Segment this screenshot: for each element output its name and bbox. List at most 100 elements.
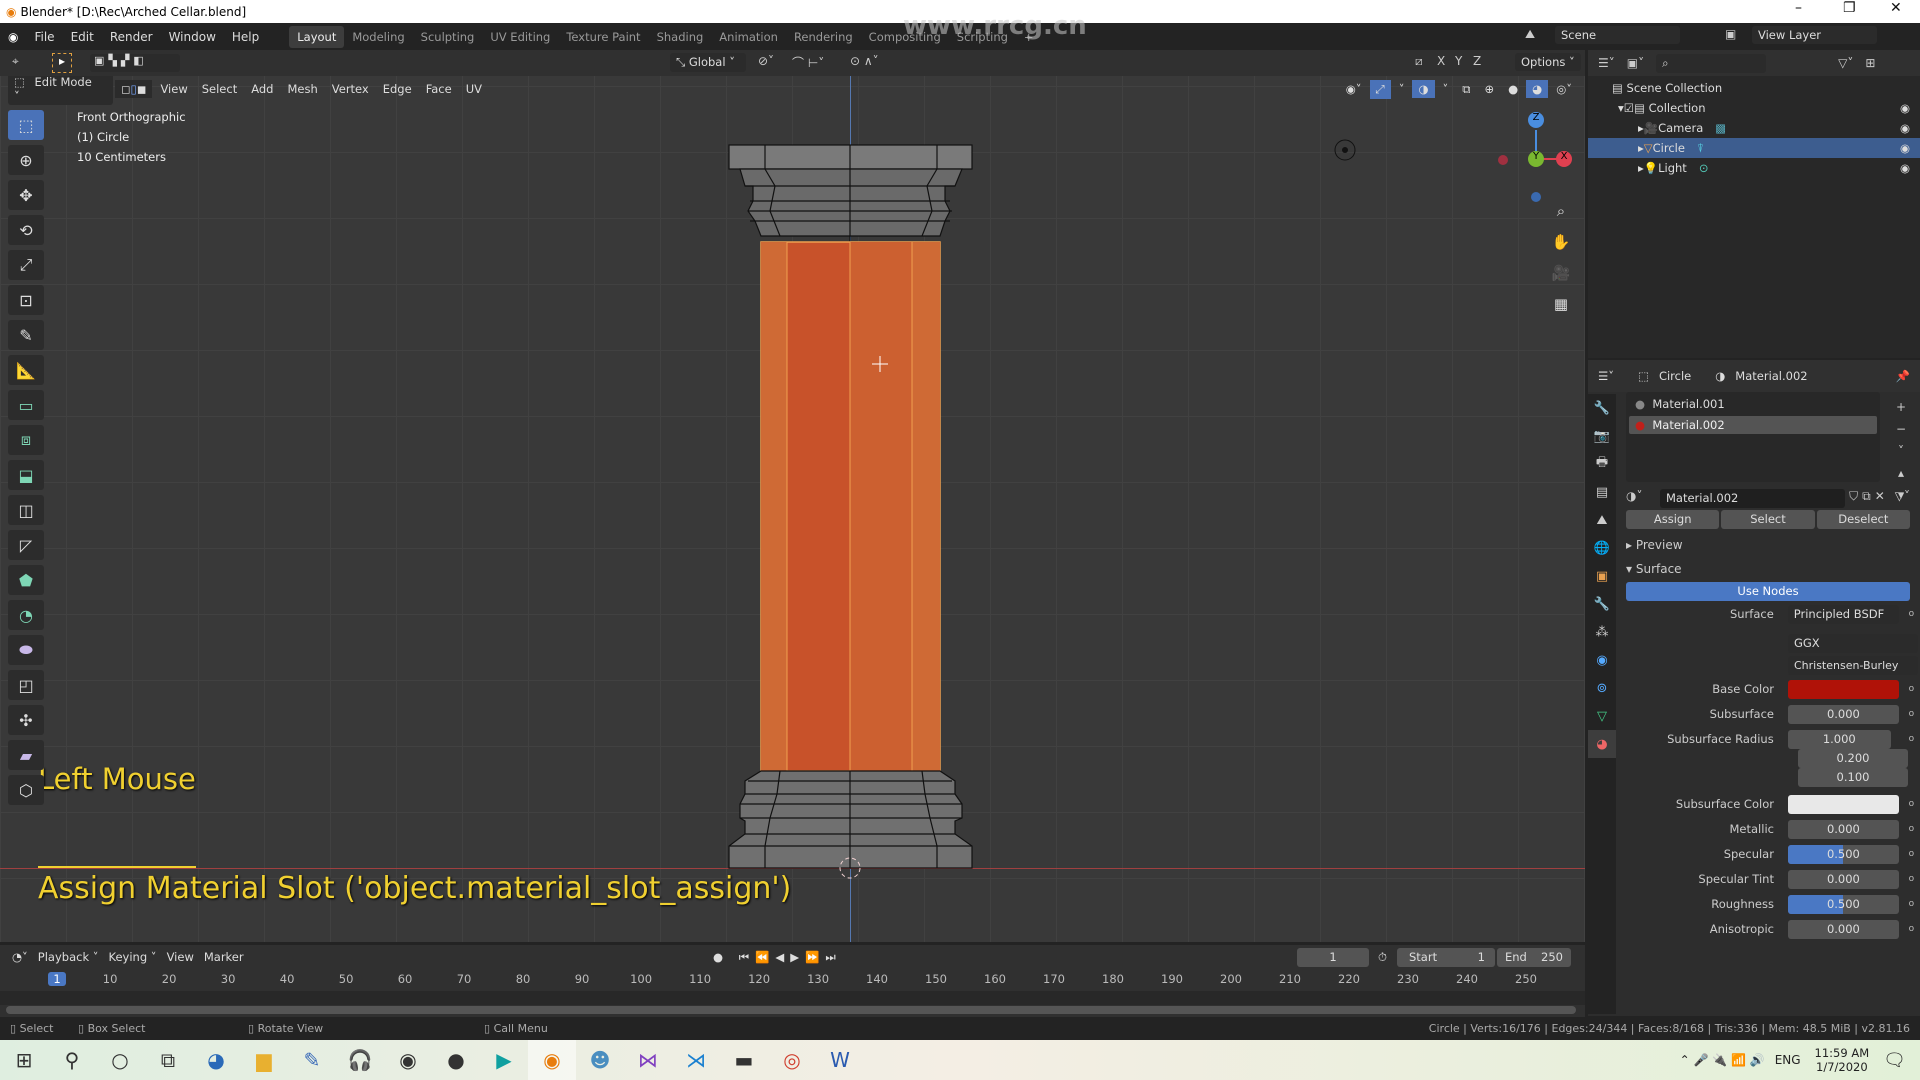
physics-tab-icon[interactable]: ◉ <box>1588 646 1616 674</box>
select-button[interactable]: Select <box>1721 510 1815 529</box>
scale-tool-icon[interactable]: ⤢ <box>8 250 44 280</box>
clock[interactable]: 11:59 AM 1/7/2020 <box>1815 1046 1870 1074</box>
timeline[interactable]: ◔˅ Playback ˅ Keying ˅ View Marker ● ⏮⏪◀… <box>0 945 1585 1017</box>
transform-orientation-dropdown[interactable]: ⤡ Global ˅ <box>670 53 746 72</box>
outliner-row-collection[interactable]: ▾ ☑ ▤ Collection ◉ <box>1588 98 1920 118</box>
menu-render[interactable]: Render <box>102 30 161 44</box>
tab-texture-paint[interactable]: Texture Paint <box>558 26 648 48</box>
current-frame-field[interactable]: 1 <box>1297 948 1369 967</box>
start-button-icon[interactable]: ⊞ <box>0 1040 48 1080</box>
anisotropic-slider[interactable]: 0.000 <box>1787 919 1899 939</box>
constraints-tab-icon[interactable]: ⊚ <box>1588 674 1616 702</box>
cursor-tool-icon[interactable]: ⊕ <box>8 145 44 175</box>
properties-editor-type-icon[interactable]: ☰˅ <box>1598 369 1614 383</box>
file-explorer-icon[interactable]: ▆ <box>240 1040 288 1080</box>
add-slot-button[interactable]: + <box>1891 396 1911 418</box>
socket-icon[interactable]: o <box>1905 609 1918 619</box>
specular-tint-slider[interactable]: 0.000 <box>1787 869 1899 889</box>
menu-window[interactable]: Window <box>161 30 224 44</box>
light-data-icon[interactable]: ⊙ <box>1699 161 1709 175</box>
remove-slot-button[interactable]: − <box>1891 418 1911 440</box>
material-slot-item[interactable]: ● Material.001 <box>1629 395 1877 413</box>
tab-modeling[interactable]: Modeling <box>344 26 412 48</box>
socket-icon[interactable]: o <box>1905 734 1918 744</box>
options-dropdown[interactable]: Options ˅ <box>1515 53 1581 71</box>
outliner-row-light[interactable]: ▸ 💡 Light ⊙ ◉ <box>1588 158 1920 178</box>
tab-sculpting[interactable]: Sculpting <box>413 26 483 48</box>
pan-hand-icon[interactable]: ✋ <box>1548 227 1574 258</box>
measure-tool-icon[interactable]: 📐 <box>8 355 44 385</box>
task-view-icon[interactable]: ⧉ <box>144 1040 192 1080</box>
output-tab-icon[interactable]: 🖶 <box>1588 450 1616 478</box>
visibility-eye-icon[interactable]: ◉ <box>1900 141 1910 155</box>
tab-layout[interactable]: Layout <box>289 25 345 48</box>
unlink-material-icon[interactable]: ✕ <box>1875 489 1885 508</box>
obs-icon[interactable]: ● <box>432 1040 480 1080</box>
cortana-icon[interactable]: ○ <box>96 1040 144 1080</box>
select-tool-icon[interactable]: ▸ <box>52 53 72 73</box>
tray-icons[interactable]: ⌃ 🎤 🔌 📶 🔊 <box>1680 1053 1765 1067</box>
particles-tab-icon[interactable]: ⁂ <box>1588 618 1616 646</box>
rotate-tool-icon[interactable]: ⟲ <box>8 215 44 245</box>
thunderbird-icon[interactable]: ◕ <box>192 1040 240 1080</box>
audacity-icon[interactable]: 🎧 <box>336 1040 384 1080</box>
material-name-field[interactable]: Material.002 <box>1660 489 1846 508</box>
checkbox-icon[interactable]: ☑ <box>1624 101 1634 115</box>
gizmo-x-axis[interactable]: X <box>1556 151 1572 167</box>
inset-tool-icon[interactable]: ⧈ <box>8 425 44 455</box>
edge-slide-tool-icon[interactable]: ◰ <box>8 670 44 700</box>
terminal-icon[interactable]: ▬ <box>720 1040 768 1080</box>
timeline-editor-type-icon[interactable]: ◔˅ <box>12 950 28 964</box>
subsurface-method-dropdown[interactable]: Christensen-Burley <box>1787 655 1918 675</box>
surface-panel-header[interactable]: ▾ Surface <box>1626 562 1682 576</box>
object-tab-icon[interactable]: ▣ <box>1588 562 1616 590</box>
spin-tool-icon[interactable]: ◔ <box>8 600 44 630</box>
timeline-scrollbar[interactable] <box>6 1006 1576 1014</box>
mirror-z-toggle[interactable]: Z <box>1473 54 1481 68</box>
socket-icon[interactable]: o <box>1905 899 1918 909</box>
menu-marker[interactable]: Marker <box>204 950 244 964</box>
outliner-row-camera[interactable]: ▸ 🎥 Camera ▩ ◉ <box>1588 118 1920 138</box>
scene-tab-icon[interactable]: ⛰ <box>1588 506 1616 534</box>
blender-menu-icon[interactable]: ◉ <box>0 30 26 44</box>
menu-view[interactable]: View <box>167 950 194 964</box>
node-link-icon[interactable]: ▽˅ <box>1895 489 1910 508</box>
material-tab-icon[interactable]: ◕ <box>1588 730 1616 758</box>
use-nodes-button[interactable]: Use Nodes <box>1626 582 1910 601</box>
godot-icon[interactable]: ☻ <box>576 1040 624 1080</box>
ortho-grid-icon[interactable]: ▦ <box>1548 289 1574 320</box>
menu-edit[interactable]: Edit <box>63 30 102 44</box>
mirror-x-toggle[interactable]: X <box>1437 54 1445 68</box>
word-icon[interactable]: W <box>816 1040 864 1080</box>
roughness-slider[interactable]: 0.500 <box>1787 894 1899 914</box>
outliner-display-mode-icon[interactable]: ☰˅ <box>1598 56 1615 70</box>
modifier-tab-icon[interactable]: 🔧 <box>1588 590 1616 618</box>
menu-help[interactable]: Help <box>224 30 267 44</box>
proportional-edit-icon[interactable]: ⊙ ∧˅ <box>850 54 879 68</box>
socket-icon[interactable]: o <box>1905 824 1918 834</box>
filmora-icon[interactable]: ▶ <box>480 1040 528 1080</box>
selection-mode-buttons[interactable]: ▣▚▞◧ <box>90 54 180 72</box>
metallic-slider[interactable]: 0.000 <box>1787 819 1899 839</box>
select-box-tool-icon[interactable]: ⬚ <box>8 110 44 140</box>
socket-icon[interactable]: o <box>1905 709 1918 719</box>
mesh-data-tab-icon[interactable]: ▽ <box>1588 702 1616 730</box>
shear-tool-icon[interactable]: ▰ <box>8 740 44 770</box>
socket-icon[interactable]: o <box>1905 849 1918 859</box>
preview-panel-header[interactable]: ▸ Preview <box>1626 538 1683 552</box>
outliner-filter-view-icon[interactable]: ▣˅ <box>1627 56 1644 70</box>
3d-viewport[interactable]: ⬚ Edit Mode ˅ ◻▯◼ View Select Add Mesh V… <box>0 76 1585 942</box>
tab-rendering[interactable]: Rendering <box>786 26 861 48</box>
socket-icon[interactable]: o <box>1905 684 1918 694</box>
playback-controls[interactable]: ● ⏮⏪◀▶⏩⏭ <box>713 950 842 965</box>
subsurface-field[interactable]: 0.000 <box>1787 704 1899 724</box>
surface-shader-field[interactable]: Principled BSDF <box>1787 604 1899 624</box>
scene-selector[interactable]: Scene <box>1555 26 1680 44</box>
base-color-swatch[interactable] <box>1787 679 1899 699</box>
shrink-fatten-tool-icon[interactable]: ✣ <box>8 705 44 735</box>
menu-playback[interactable]: Playback ˅ <box>38 950 99 964</box>
menu-file[interactable]: File <box>26 30 62 44</box>
visual-studio-icon[interactable]: ⋈ <box>624 1040 672 1080</box>
socket-icon[interactable]: o <box>1905 799 1918 809</box>
bevel-tool-icon[interactable]: ⬓ <box>8 460 44 490</box>
